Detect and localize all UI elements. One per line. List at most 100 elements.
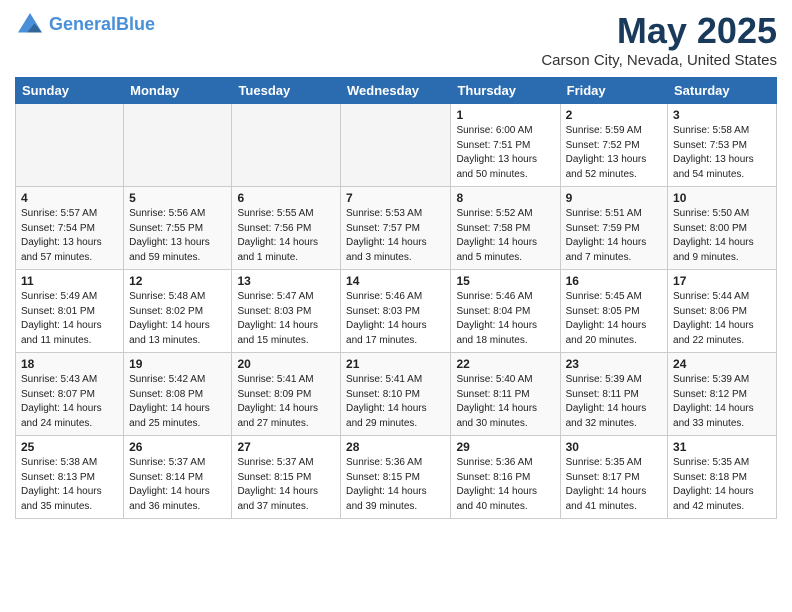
- day-info: Sunrise: 5:41 AM Sunset: 8:09 PM Dayligh…: [237, 373, 335, 431]
- day-info: Sunrise: 5:39 AM Sunset: 8:11 PM Dayligh…: [566, 373, 662, 431]
- day-info: Sunrise: 5:46 AM Sunset: 8:03 PM Dayligh…: [346, 290, 445, 348]
- day-number: 22: [456, 357, 554, 371]
- calendar-cell: 22 Sunrise: 5:40 AM Sunset: 8:11 PM Dayli…: [451, 353, 560, 436]
- calendar-cell: 13 Sunrise: 5:47 AM Sunset: 8:03 PM Dayli…: [232, 270, 341, 353]
- calendar-week-3: 11Sunrise: 5:49 AM Sunset: 8:01 PM Dayli…: [16, 270, 777, 353]
- calendar-header-row: SundayMondayTuesdayWednesdayThursdayFrid…: [16, 78, 777, 104]
- day-number: 16: [566, 274, 662, 288]
- calendar-cell: 9 Sunrise: 5:51 AM Sunset: 7:59 PM Daylig…: [560, 187, 667, 270]
- day-number: 18: [21, 357, 118, 371]
- day-number: 15: [456, 274, 554, 288]
- calendar-cell: 17 Sunrise: 5:44 AM Sunset: 8:06 PM Dayli…: [668, 270, 777, 353]
- day-info: Sunrise: 5:41 AM Sunset: 8:10 PM Dayligh…: [346, 373, 445, 431]
- logo: GeneralBlue: [15, 10, 155, 40]
- calendar-cell: 29 Sunrise: 5:36 AM Sunset: 8:16 PM Dayli…: [451, 436, 560, 519]
- day-number: 11: [21, 274, 118, 288]
- day-number: 9: [566, 191, 662, 205]
- day-number: 20: [237, 357, 335, 371]
- subtitle: Carson City, Nevada, United States: [541, 52, 777, 69]
- calendar-cell: 31Sunrise: 5:35 AM Sunset: 8:18 PM Dayli…: [668, 436, 777, 519]
- calendar-week-4: 18 Sunrise: 5:43 AM Sunset: 8:07 PM Dayli…: [16, 353, 777, 436]
- day-info: Sunrise: 5:38 AM Sunset: 8:13 PM Dayligh…: [21, 456, 118, 514]
- day-info: Sunrise: 5:55 AM Sunset: 7:56 PM Dayligh…: [237, 207, 335, 265]
- day-info: Sunrise: 6:00 AM Sunset: 7:51 PM Dayligh…: [456, 124, 554, 182]
- calendar-cell: 21 Sunrise: 5:41 AM Sunset: 8:10 PM Dayli…: [341, 353, 451, 436]
- day-number: 29: [456, 440, 554, 454]
- calendar-cell: 24Sunrise: 5:39 AM Sunset: 8:12 PM Dayli…: [668, 353, 777, 436]
- calendar-cell: 3Sunrise: 5:58 AM Sunset: 7:53 PM Daylig…: [668, 104, 777, 187]
- day-info: Sunrise: 5:57 AM Sunset: 7:54 PM Dayligh…: [21, 207, 118, 265]
- calendar-cell: 15 Sunrise: 5:46 AM Sunset: 8:04 PM Dayli…: [451, 270, 560, 353]
- calendar-cell: 14 Sunrise: 5:46 AM Sunset: 8:03 PM Dayli…: [341, 270, 451, 353]
- calendar-cell: 6 Sunrise: 5:55 AM Sunset: 7:56 PM Daylig…: [232, 187, 341, 270]
- page: GeneralBlue May 2025 Carson City, Nevada…: [0, 0, 792, 612]
- day-number: 21: [346, 357, 445, 371]
- calendar-cell: 19 Sunrise: 5:42 AM Sunset: 8:08 PM Dayli…: [124, 353, 232, 436]
- day-number: 17: [673, 274, 771, 288]
- day-info: Sunrise: 5:43 AM Sunset: 8:07 PM Dayligh…: [21, 373, 118, 431]
- day-number: 12: [129, 274, 226, 288]
- calendar-cell: 25 Sunrise: 5:38 AM Sunset: 8:13 PM Dayli…: [16, 436, 124, 519]
- main-title: May 2025: [541, 10, 777, 52]
- day-info: Sunrise: 5:47 AM Sunset: 8:03 PM Dayligh…: [237, 290, 335, 348]
- day-number: 25: [21, 440, 118, 454]
- day-number: 3: [673, 108, 771, 122]
- calendar-cell: 16 Sunrise: 5:45 AM Sunset: 8:05 PM Dayli…: [560, 270, 667, 353]
- calendar-header-saturday: Saturday: [668, 78, 777, 104]
- header: GeneralBlue May 2025 Carson City, Nevada…: [15, 10, 777, 69]
- calendar-cell: 12 Sunrise: 5:48 AM Sunset: 8:02 PM Dayli…: [124, 270, 232, 353]
- day-number: 14: [346, 274, 445, 288]
- calendar-cell: 18 Sunrise: 5:43 AM Sunset: 8:07 PM Dayli…: [16, 353, 124, 436]
- day-number: 28: [346, 440, 445, 454]
- day-info: Sunrise: 5:56 AM Sunset: 7:55 PM Dayligh…: [129, 207, 226, 265]
- calendar-cell: [124, 104, 232, 187]
- day-number: 1: [456, 108, 554, 122]
- day-info: Sunrise: 5:36 AM Sunset: 8:16 PM Dayligh…: [456, 456, 554, 514]
- day-info: Sunrise: 5:46 AM Sunset: 8:04 PM Dayligh…: [456, 290, 554, 348]
- calendar-cell: [232, 104, 341, 187]
- day-info: Sunrise: 5:52 AM Sunset: 7:58 PM Dayligh…: [456, 207, 554, 265]
- day-info: Sunrise: 5:45 AM Sunset: 8:05 PM Dayligh…: [566, 290, 662, 348]
- day-info: Sunrise: 5:35 AM Sunset: 8:18 PM Dayligh…: [673, 456, 771, 514]
- calendar-header-thursday: Thursday: [451, 78, 560, 104]
- logo-line2: Blue: [116, 14, 155, 34]
- calendar-cell: 4 Sunrise: 5:57 AM Sunset: 7:54 PM Daylig…: [16, 187, 124, 270]
- day-number: 2: [566, 108, 662, 122]
- day-number: 4: [21, 191, 118, 205]
- day-info: Sunrise: 5:51 AM Sunset: 7:59 PM Dayligh…: [566, 207, 662, 265]
- day-info: Sunrise: 5:59 AM Sunset: 7:52 PM Dayligh…: [566, 124, 662, 182]
- calendar-cell: 1 Sunrise: 6:00 AM Sunset: 7:51 PM Daylig…: [451, 104, 560, 187]
- calendar-header-monday: Monday: [124, 78, 232, 104]
- calendar: SundayMondayTuesdayWednesdayThursdayFrid…: [15, 77, 777, 519]
- calendar-cell: 28Sunrise: 5:36 AM Sunset: 8:15 PM Dayli…: [341, 436, 451, 519]
- day-info: Sunrise: 5:50 AM Sunset: 8:00 PM Dayligh…: [673, 207, 771, 265]
- logo-icon: [15, 10, 45, 40]
- day-number: 13: [237, 274, 335, 288]
- day-number: 8: [456, 191, 554, 205]
- calendar-cell: [341, 104, 451, 187]
- day-number: 19: [129, 357, 226, 371]
- day-info: Sunrise: 5:44 AM Sunset: 8:06 PM Dayligh…: [673, 290, 771, 348]
- calendar-header-tuesday: Tuesday: [232, 78, 341, 104]
- day-number: 5: [129, 191, 226, 205]
- day-number: 27: [237, 440, 335, 454]
- day-number: 6: [237, 191, 335, 205]
- day-info: Sunrise: 5:53 AM Sunset: 7:57 PM Dayligh…: [346, 207, 445, 265]
- calendar-cell: 2 Sunrise: 5:59 AM Sunset: 7:52 PM Daylig…: [560, 104, 667, 187]
- calendar-cell: 23Sunrise: 5:39 AM Sunset: 8:11 PM Dayli…: [560, 353, 667, 436]
- day-info: Sunrise: 5:39 AM Sunset: 8:12 PM Dayligh…: [673, 373, 771, 431]
- day-info: Sunrise: 5:42 AM Sunset: 8:08 PM Dayligh…: [129, 373, 226, 431]
- calendar-cell: 5 Sunrise: 5:56 AM Sunset: 7:55 PM Daylig…: [124, 187, 232, 270]
- calendar-header-friday: Friday: [560, 78, 667, 104]
- calendar-cell: 10Sunrise: 5:50 AM Sunset: 8:00 PM Dayli…: [668, 187, 777, 270]
- calendar-header-wednesday: Wednesday: [341, 78, 451, 104]
- calendar-cell: 20 Sunrise: 5:41 AM Sunset: 8:09 PM Dayli…: [232, 353, 341, 436]
- calendar-cell: 7Sunrise: 5:53 AM Sunset: 7:57 PM Daylig…: [341, 187, 451, 270]
- calendar-cell: 11Sunrise: 5:49 AM Sunset: 8:01 PM Dayli…: [16, 270, 124, 353]
- day-info: Sunrise: 5:40 AM Sunset: 8:11 PM Dayligh…: [456, 373, 554, 431]
- day-info: Sunrise: 5:37 AM Sunset: 8:14 PM Dayligh…: [129, 456, 226, 514]
- calendar-cell: 27Sunrise: 5:37 AM Sunset: 8:15 PM Dayli…: [232, 436, 341, 519]
- day-number: 30: [566, 440, 662, 454]
- day-info: Sunrise: 5:48 AM Sunset: 8:02 PM Dayligh…: [129, 290, 226, 348]
- calendar-cell: 30Sunrise: 5:35 AM Sunset: 8:17 PM Dayli…: [560, 436, 667, 519]
